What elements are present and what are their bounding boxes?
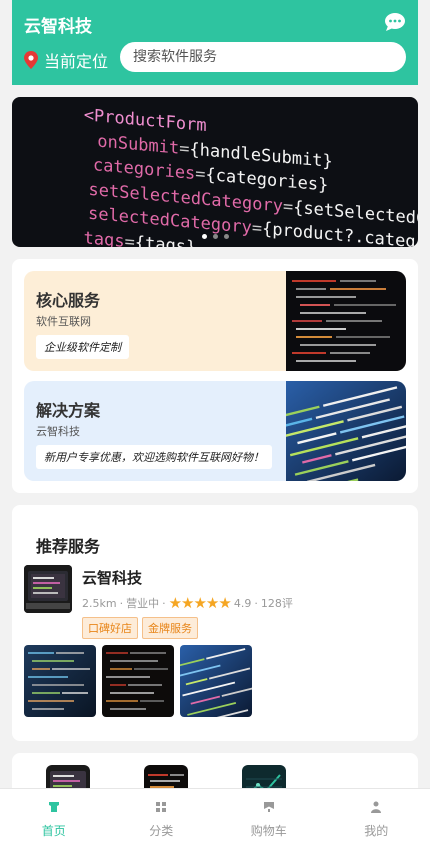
separator: · xyxy=(162,596,166,610)
cart-icon xyxy=(263,802,274,812)
card-image xyxy=(286,381,406,481)
shop-reviews: 128评 xyxy=(260,597,293,610)
tab-label: 首页 xyxy=(41,824,66,838)
home-icon xyxy=(48,802,59,812)
code-punctuation: = xyxy=(179,138,190,160)
search-input[interactable] xyxy=(133,49,406,65)
user-icon xyxy=(371,801,382,813)
location-pin-icon xyxy=(24,51,38,69)
card-tag: 新用户专享优惠，欢迎选购软件互联网好物！ xyxy=(36,445,272,469)
app-title: 云智科技 xyxy=(24,17,92,37)
shop-meta: 2.5km · 营业中 · ★★★★★ 4.9 · 128评 xyxy=(82,594,293,612)
recommend-section: 推荐服务 云智科技 2.5km · 营业中 · ★★★★★ 4.9 · 128评… xyxy=(12,505,418,741)
carousel-dot[interactable] xyxy=(201,234,207,239)
carousel-dot[interactable] xyxy=(223,234,229,239)
gallery-thumbnail[interactable] xyxy=(180,645,252,717)
badge: 口碑好店 xyxy=(82,617,138,639)
code-punctuation: = xyxy=(195,164,206,185)
tab-label: 购物车 xyxy=(250,824,287,838)
tab-home[interactable]: 首页 xyxy=(0,789,108,844)
banner-carousel[interactable]: <ProductForm onSubmit={handleSubmit} categ… xyxy=(12,97,418,247)
tab-label: 分类 xyxy=(149,824,174,838)
app-header: 云智科技 当前定位 xyxy=(12,0,418,85)
search-box[interactable] xyxy=(120,42,406,72)
separator: · xyxy=(119,596,124,610)
shop-rating: 4.9 xyxy=(233,596,252,610)
card-image xyxy=(286,271,406,371)
code-punctuation: = xyxy=(282,196,294,218)
carousel-dots xyxy=(12,234,418,239)
chat-icon[interactable] xyxy=(384,12,406,32)
badge: 金牌服务 xyxy=(142,617,198,639)
star-rating: ★★★★★ xyxy=(168,594,232,612)
shop-gallery xyxy=(24,645,252,717)
gallery-thumbnail[interactable] xyxy=(24,645,96,717)
shop-name[interactable]: 云智科技 xyxy=(82,567,142,588)
tab-profile[interactable]: 我的 xyxy=(323,789,430,844)
grid-icon xyxy=(156,802,167,812)
tab-category[interactable]: 分类 xyxy=(108,789,216,844)
service-cards: 核心服务 软件互联网 企业级软件定制 解决方案 云智科技 新用户专享优惠，欢迎选… xyxy=(12,259,418,493)
separator: · xyxy=(254,596,258,610)
tab-cart[interactable]: 购物车 xyxy=(215,789,323,844)
shop-logo[interactable] xyxy=(24,565,72,613)
section-title: 推荐服务 xyxy=(36,537,101,556)
card-title: 核心服务 xyxy=(36,291,101,310)
location-selector[interactable]: 当前定位 xyxy=(24,48,108,72)
banner-image: <ProductForm onSubmit={handleSubmit} categ… xyxy=(12,97,418,247)
shop-distance: 2.5km xyxy=(82,596,117,610)
location-label: 当前定位 xyxy=(44,52,109,71)
bottom-tab-bar: 首页 分类 购物车 我的 xyxy=(0,788,430,844)
shop-status: 营业中 xyxy=(126,597,160,610)
shop-badges: 口碑好店 金牌服务 xyxy=(82,617,198,639)
card-subtitle: 云智科技 xyxy=(36,425,80,438)
card-solutions[interactable]: 解决方案 云智科技 新用户专享优惠，欢迎选购软件互联网好物！ xyxy=(24,381,406,481)
card-subtitle: 软件互联网 xyxy=(36,315,91,328)
tab-label: 我的 xyxy=(364,824,389,838)
carousel-dot[interactable] xyxy=(212,234,218,239)
card-core-service[interactable]: 核心服务 软件互联网 企业级软件定制 xyxy=(24,271,406,371)
gallery-thumbnail[interactable] xyxy=(102,645,174,717)
card-tag: 企业级软件定制 xyxy=(36,335,129,359)
card-title: 解决方案 xyxy=(36,401,101,420)
